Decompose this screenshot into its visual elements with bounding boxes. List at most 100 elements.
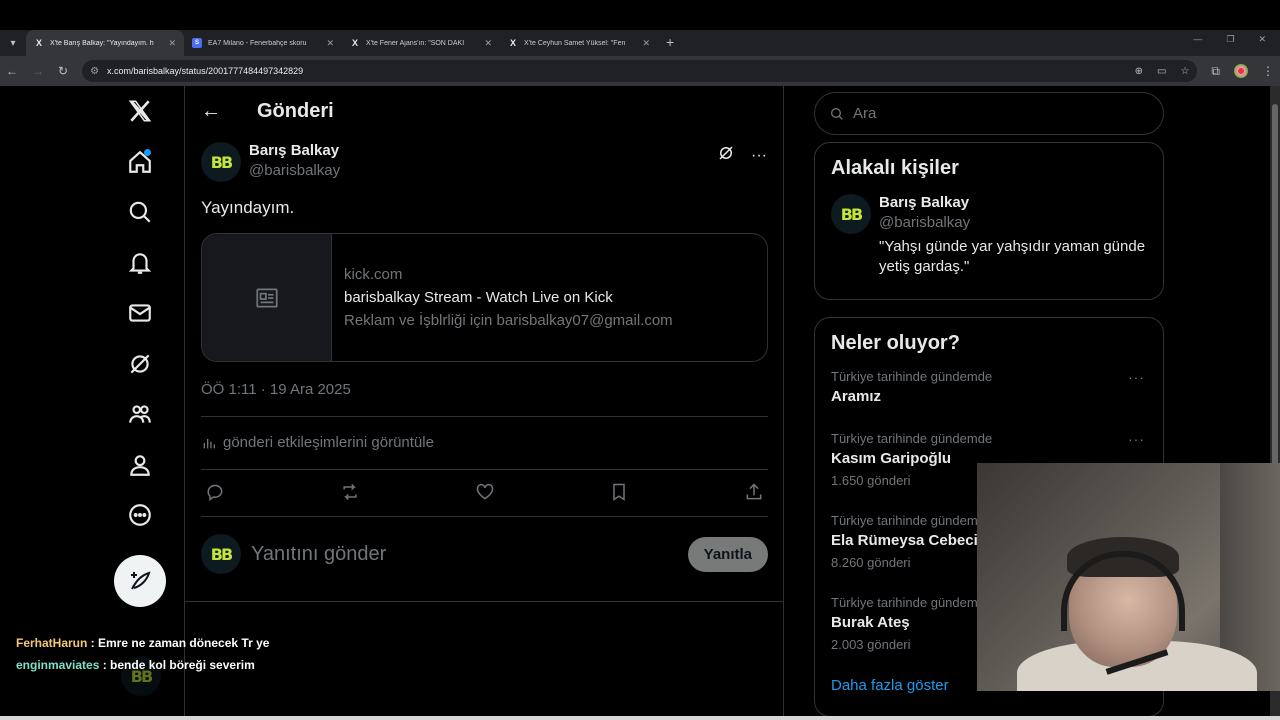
chat-message: FerhatHarun : Emre ne zaman dönecek Tr y… — [16, 632, 269, 654]
profile-avatar[interactable] — [1234, 64, 1248, 78]
author-name[interactable]: Barış Balkay — [249, 142, 340, 159]
close-icon[interactable]: ✕ — [484, 38, 492, 49]
more-options-icon[interactable]: ··· — [1128, 369, 1145, 385]
compose-post-button[interactable] — [114, 555, 166, 607]
search-icon — [129, 201, 151, 223]
chat-message: enginmaviates : bende kol böreği severim — [16, 654, 269, 676]
link-card-domain: kick.com — [344, 266, 403, 283]
navigation-bar: ← → ↻ ⚙ x.com/barisbalkay/status/2001777… — [0, 56, 1280, 86]
tab-4[interactable]: X X'te Ceyhun Samet Yüksel: "Fen ✕ — [500, 30, 658, 56]
related-title: Alakalı kişiler — [831, 157, 959, 179]
avatar[interactable]: BB — [831, 194, 871, 234]
bookmark-star-icon[interactable]: ☆ — [1180, 66, 1189, 77]
reload-icon[interactable]: ↻ — [58, 64, 68, 78]
close-icon[interactable]: ✕ — [326, 38, 334, 49]
post-timestamp[interactable]: ÖÖ 1:11 · 19 Ara 2025 — [201, 381, 351, 398]
search-box[interactable]: Ara — [814, 92, 1164, 135]
close-icon[interactable]: ✕ — [168, 38, 176, 49]
author-handle[interactable]: @barisbalkay — [249, 162, 340, 179]
new-tab-button[interactable]: + — [666, 34, 674, 50]
trend-context: Türkiye tarihinde gündemde — [831, 369, 993, 384]
x-icon: X — [509, 38, 516, 48]
nav-profile[interactable] — [115, 440, 165, 491]
tab-search-button[interactable]: ▾ — [0, 30, 26, 56]
analytics-icon — [203, 438, 215, 448]
link-card-thumbnail — [202, 234, 332, 361]
link-card[interactable]: kick.com barisbalkay Stream - Watch Live… — [201, 233, 768, 362]
profile-icon — [130, 455, 150, 476]
post-actions — [201, 482, 768, 502]
related-people-box: Alakalı kişiler BB Barış Balkay @barisba… — [814, 142, 1164, 300]
article-icon — [255, 287, 278, 308]
nav-more[interactable] — [115, 490, 165, 541]
avatar[interactable]: BB — [201, 142, 241, 182]
bookmark-icon[interactable] — [609, 482, 629, 502]
extensions-icon[interactable]: ⧉ — [1211, 64, 1220, 79]
related-person-handle[interactable]: @barisbalkay — [879, 214, 1147, 231]
maximize-icon[interactable]: ❐ — [1226, 34, 1234, 45]
post-top-actions: ··· — [717, 144, 767, 167]
close-window-icon[interactable]: ✕ — [1258, 34, 1266, 45]
menu-icon[interactable]: ⋮ — [1262, 64, 1274, 78]
left-navigation — [110, 86, 170, 541]
view-analytics-link[interactable]: gönderi etkileşimlerini görüntüle — [201, 434, 434, 451]
grok-explain-icon[interactable] — [717, 144, 735, 167]
back-icon[interactable]: ← — [6, 64, 18, 78]
chat-username: enginmaviates — [16, 658, 100, 672]
more-options-icon[interactable]: ··· — [751, 147, 767, 165]
url-text: x.com/barisbalkay/status/200177748449734… — [107, 66, 304, 76]
related-person[interactable]: BB Barış Balkay @barisbalkay "Yahşı günd… — [815, 194, 1163, 277]
trend-item[interactable]: Türkiye tarihinde gündemde Aramız ··· — [815, 369, 1163, 431]
window-controls: — ❐ ✕ — [1193, 34, 1280, 45]
back-arrow-icon[interactable]: ← — [201, 100, 221, 123]
trends-title: Neler oluyor? — [831, 332, 960, 354]
nav-explore[interactable] — [115, 187, 165, 238]
close-icon[interactable]: ✕ — [642, 38, 650, 49]
address-bar[interactable]: ⚙ x.com/barisbalkay/status/2001777484497… — [82, 60, 1198, 82]
divider — [201, 469, 768, 470]
x-logo[interactable] — [115, 86, 165, 137]
related-person-bio: "Yahşı günde yar yahşıdır yaman günde ye… — [879, 238, 1146, 275]
tab-3[interactable]: X X'te Fener Ajans'ın: "SON DAKİ ✕ — [342, 30, 500, 56]
forward-icon[interactable]: → — [32, 64, 44, 78]
tab-strip: ▾ X X'te Barış Balkay: "Yayındayım. h ✕ … — [0, 30, 1280, 56]
link-card-title: barisbalkay Stream - Watch Live on Kick — [344, 289, 613, 306]
mail-icon — [129, 304, 151, 322]
nav-communities[interactable] — [115, 389, 165, 440]
search-input[interactable]: Ara — [853, 105, 876, 122]
tab-title: X'te Ceyhun Samet Yüksel: "Fen — [524, 39, 626, 47]
communities-icon — [129, 405, 151, 424]
feather-plus-icon — [131, 571, 151, 590]
more-circle-icon — [129, 504, 151, 527]
tab-2[interactable]: S EA7 Milano - Fenerbahçe skoru ✕ — [184, 30, 342, 56]
post-author[interactable]: BB Barış Balkay @barisbalkay — [201, 142, 340, 182]
nav-messages[interactable] — [115, 288, 165, 339]
reply-button[interactable]: Yanıtla — [687, 536, 768, 572]
reply-icon[interactable] — [205, 482, 225, 502]
reply-composer: BB Yanıtını gönder Yanıtla — [201, 534, 768, 574]
site-info-icon[interactable]: ⚙ — [90, 66, 99, 77]
zoom-icon[interactable]: ⊕ — [1135, 66, 1143, 77]
nav-notifications[interactable] — [115, 238, 165, 289]
nav-grok[interactable] — [115, 339, 165, 390]
x-icon: X — [35, 38, 42, 48]
chat-username: FerhatHarun — [16, 636, 88, 650]
cast-icon[interactable]: ▭ — [1157, 66, 1166, 77]
reply-input[interactable]: Yanıtını gönder — [251, 543, 688, 566]
more-options-icon[interactable]: ··· — [1128, 431, 1145, 447]
share-icon[interactable] — [744, 482, 764, 502]
tab-1[interactable]: X X'te Barış Balkay: "Yayındayım. h ✕ — [26, 30, 184, 56]
related-person-name[interactable]: Barış Balkay — [879, 194, 1147, 211]
nav-home[interactable] — [115, 137, 165, 188]
heart-icon[interactable] — [475, 482, 495, 502]
scrollbar-thumb[interactable] — [1272, 104, 1278, 474]
tab-title: EA7 Milano - Fenerbahçe skoru — [208, 39, 307, 47]
tab-title: X'te Fener Ajans'ın: "SON DAKİ — [366, 39, 465, 47]
chat-text: : Emre ne zaman dönecek Tr ye — [87, 636, 270, 650]
repost-icon[interactable] — [340, 482, 360, 502]
main-column: ← Gönderi BB Barış Balkay @barisbalkay ·… — [184, 86, 784, 602]
stream-chat-overlay: FerhatHarun : Emre ne zaman dönecek Tr y… — [16, 632, 269, 676]
link-card-description: Reklam ve İşblrliği için barisbalkay07@g… — [344, 312, 673, 329]
minimize-icon[interactable]: — — [1193, 34, 1202, 45]
ea-icon: S — [192, 38, 202, 48]
